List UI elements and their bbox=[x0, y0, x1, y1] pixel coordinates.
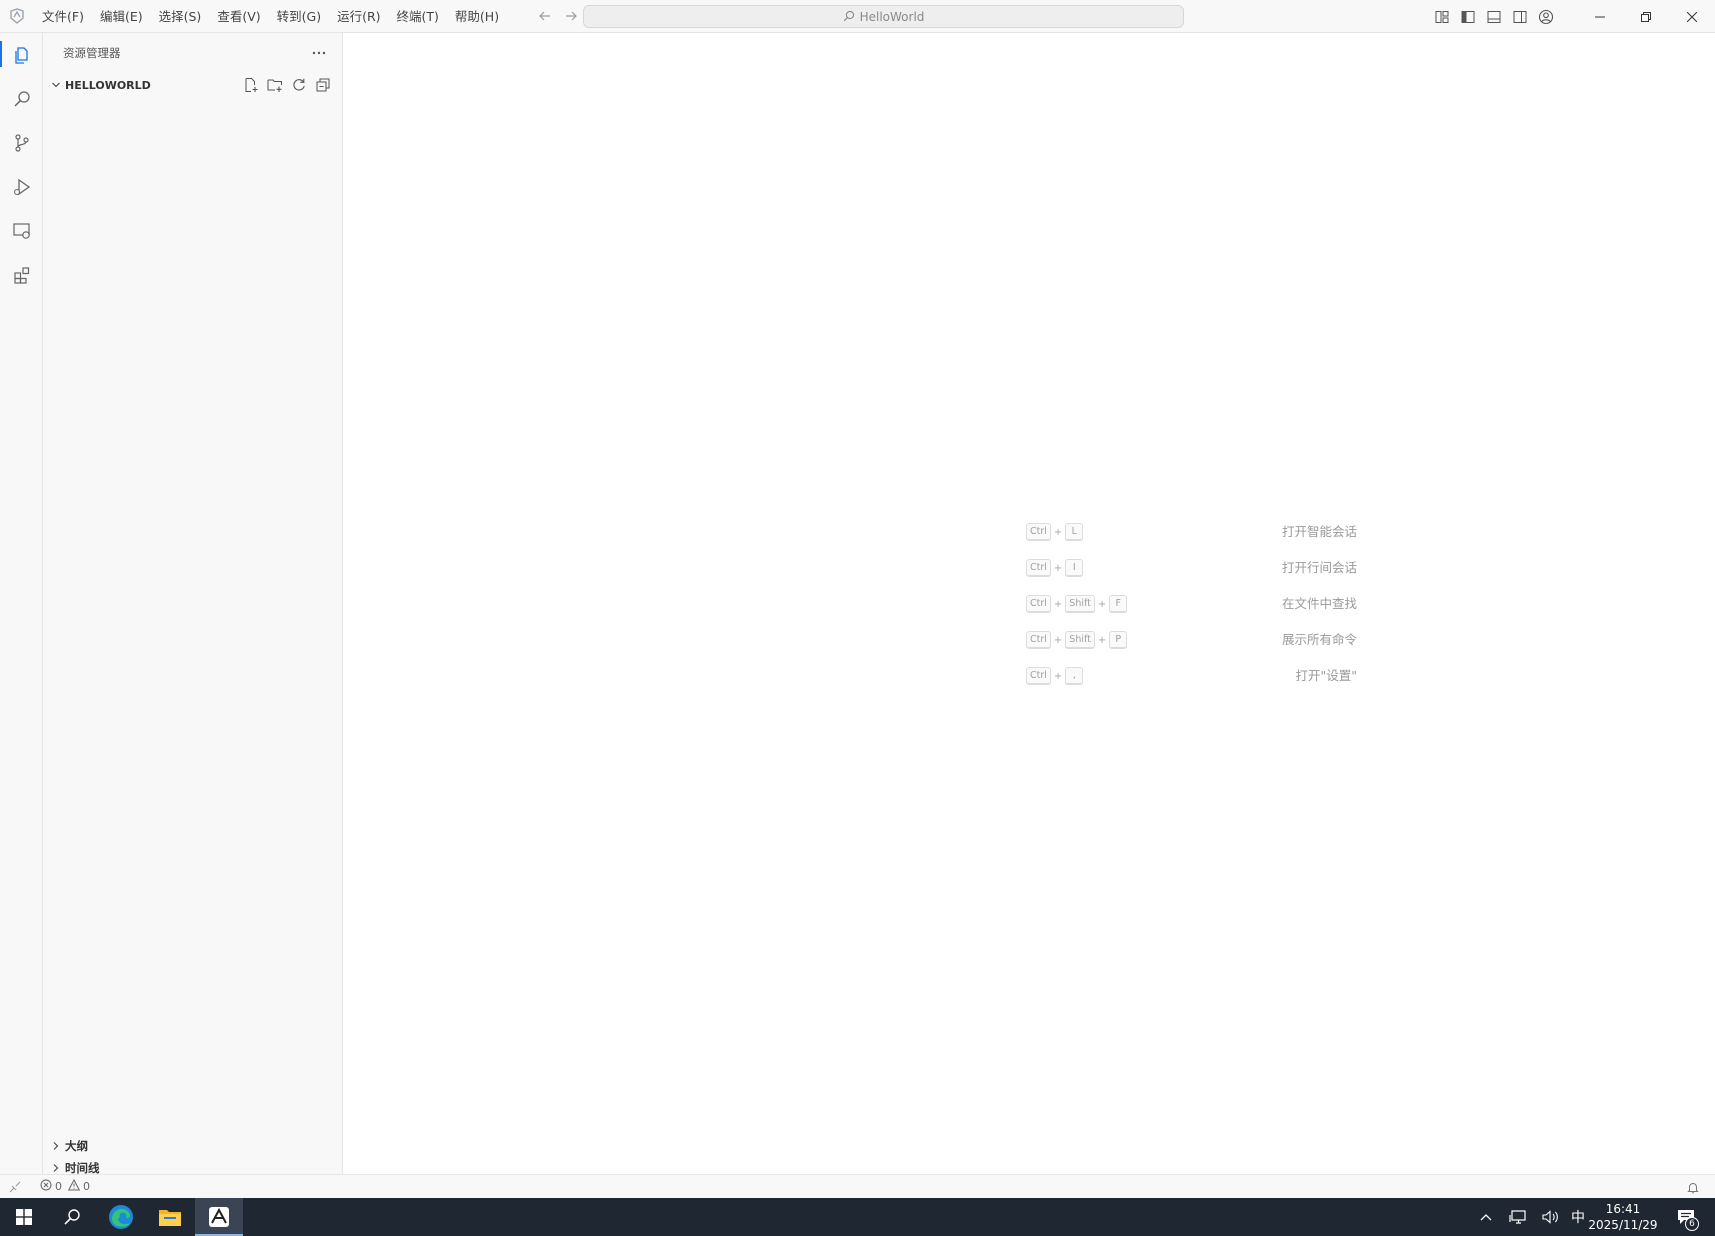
title-bar: 文件(F) 编辑(E) 选择(S) 查看(V) 转到(G) 运行(R) 终端(T… bbox=[0, 0, 1715, 33]
navigation-arrows bbox=[537, 8, 579, 24]
key-cap: P bbox=[1109, 631, 1128, 649]
plus-separator: + bbox=[1097, 598, 1107, 610]
clock-date: 2025/11/29 bbox=[1588, 1218, 1658, 1232]
account-icon[interactable] bbox=[1533, 0, 1559, 33]
restore-button[interactable] bbox=[1623, 0, 1669, 33]
shortcut-inline-chat: 打开行间会话 Ctrl + I bbox=[343, 557, 1715, 579]
key-cap: L bbox=[1065, 523, 1084, 541]
plus-separator: + bbox=[1053, 670, 1063, 682]
shortcut-open-settings: 打开"设置" Ctrl + , bbox=[343, 665, 1715, 687]
app-logo-icon bbox=[0, 0, 34, 33]
command-center[interactable]: HelloWorld bbox=[583, 5, 1184, 28]
sidebar-header: 资源管理器 bbox=[43, 33, 343, 73]
close-button[interactable] bbox=[1669, 0, 1715, 33]
menu-file[interactable]: 文件(F) bbox=[34, 0, 92, 33]
volume-icon[interactable] bbox=[1535, 1198, 1565, 1236]
explorer-sidebar: 资源管理器 HELLOWORLD 大纲 时间线 bbox=[43, 33, 343, 1175]
menu-edit[interactable]: 编辑(E) bbox=[92, 0, 151, 33]
file-explorer-icon[interactable] bbox=[146, 1198, 194, 1236]
clock-time: 16:41 bbox=[1605, 1202, 1641, 1216]
toggle-panel-icon[interactable] bbox=[1481, 0, 1507, 33]
chevron-down-icon bbox=[49, 80, 63, 90]
notifications-bell-icon[interactable] bbox=[1685, 1178, 1701, 1196]
extensions-icon[interactable] bbox=[0, 253, 43, 297]
plus-separator: + bbox=[1053, 526, 1063, 538]
remote-explorer-icon[interactable] bbox=[0, 209, 43, 253]
collapse-all-icon[interactable] bbox=[313, 75, 333, 95]
ide-app-icon[interactable] bbox=[195, 1198, 243, 1236]
activity-bar bbox=[0, 33, 43, 1174]
search-icon bbox=[843, 7, 855, 26]
shortcut-find-in-files: 在文件中查找 Ctrl + Shift + F bbox=[343, 593, 1715, 615]
menu-go[interactable]: 转到(G) bbox=[269, 0, 329, 33]
workspace-folder-header[interactable]: HELLOWORLD bbox=[43, 74, 343, 96]
plus-separator: + bbox=[1053, 562, 1063, 574]
plus-separator: + bbox=[1053, 634, 1063, 646]
menu-selection[interactable]: 选择(S) bbox=[151, 0, 210, 33]
key-cap: Ctrl bbox=[1026, 595, 1051, 613]
key-cap: F bbox=[1109, 595, 1128, 613]
more-actions-icon[interactable] bbox=[309, 43, 329, 63]
start-menu-icon[interactable] bbox=[0, 1198, 48, 1236]
back-arrow-icon[interactable] bbox=[537, 8, 553, 24]
plus-separator: + bbox=[1097, 634, 1107, 646]
shortcut-open-chat: 打开智能会话 Ctrl + L bbox=[343, 521, 1715, 543]
run-debug-icon[interactable] bbox=[0, 165, 43, 209]
forward-arrow-icon[interactable] bbox=[563, 8, 579, 24]
taskbar-search-icon[interactable] bbox=[48, 1198, 96, 1236]
key-cap: I bbox=[1065, 559, 1084, 577]
outline-pane-header[interactable]: 大纲 bbox=[43, 1135, 343, 1157]
shortcut-label: 打开"设置" bbox=[1295, 668, 1358, 683]
network-icon[interactable] bbox=[1503, 1198, 1533, 1236]
warning-icon bbox=[67, 1178, 81, 1194]
workspace-folder-name: HELLOWORLD bbox=[65, 78, 151, 92]
source-control-icon[interactable] bbox=[0, 121, 43, 165]
chevron-right-icon bbox=[49, 1163, 63, 1173]
key-cap: Ctrl bbox=[1026, 667, 1051, 685]
command-center-label: HelloWorld bbox=[859, 9, 925, 24]
menu-run[interactable]: 运行(R) bbox=[329, 0, 388, 33]
shortcut-label: 打开行间会话 bbox=[1281, 560, 1357, 575]
editor-area[interactable]: 打开智能会话 Ctrl + L 打开行间会话 Ctrl + I 在文件中查找 C… bbox=[343, 33, 1715, 1174]
os-taskbar: 中 16:41 2025/11/29 6 bbox=[0, 1198, 1715, 1236]
new-folder-icon[interactable] bbox=[265, 75, 285, 95]
outline-label: 大纲 bbox=[65, 1139, 88, 1153]
shortcut-show-all-commands: 展示所有命令 Ctrl + Shift + P bbox=[343, 629, 1715, 651]
toggle-secondary-sidebar-icon[interactable] bbox=[1507, 0, 1533, 33]
menu-view[interactable]: 查看(V) bbox=[209, 0, 268, 33]
remote-indicator-icon[interactable] bbox=[0, 1175, 30, 1199]
error-icon bbox=[40, 1179, 52, 1194]
notification-count-badge: 6 bbox=[1685, 1217, 1699, 1231]
plus-separator: + bbox=[1053, 598, 1063, 610]
key-cap: Ctrl bbox=[1026, 523, 1051, 541]
sidebar-title: 资源管理器 bbox=[63, 46, 121, 60]
chevron-right-icon bbox=[49, 1141, 63, 1151]
menu-help[interactable]: 帮助(H) bbox=[447, 0, 507, 33]
key-cap: Shift bbox=[1065, 631, 1095, 649]
key-cap: Ctrl bbox=[1026, 559, 1051, 577]
menu-bar: 文件(F) 编辑(E) 选择(S) 查看(V) 转到(G) 运行(R) 终端(T… bbox=[34, 0, 507, 33]
toggle-primary-sidebar-icon[interactable] bbox=[1455, 0, 1481, 33]
key-cap: Ctrl bbox=[1026, 631, 1051, 649]
warning-count: 0 bbox=[83, 1180, 90, 1193]
minimize-button[interactable] bbox=[1577, 0, 1623, 33]
customize-layout-icon[interactable] bbox=[1429, 0, 1455, 33]
key-cap: , bbox=[1065, 667, 1084, 685]
menu-terminal[interactable]: 终端(T) bbox=[389, 0, 447, 33]
search-icon[interactable] bbox=[0, 77, 43, 121]
problems-indicator[interactable]: 0 0 bbox=[40, 1178, 90, 1194]
action-center-icon[interactable]: 6 bbox=[1671, 1198, 1701, 1236]
new-file-icon[interactable] bbox=[241, 75, 261, 95]
explorer-icon[interactable] bbox=[0, 33, 43, 77]
refresh-icon[interactable] bbox=[289, 75, 309, 95]
status-bar: 0 0 bbox=[0, 1174, 1715, 1198]
show-hidden-icons-chevron-up-icon[interactable] bbox=[1473, 1198, 1499, 1236]
shortcut-label: 打开智能会话 bbox=[1281, 524, 1357, 539]
error-count: 0 bbox=[55, 1180, 62, 1193]
key-cap: Shift bbox=[1065, 595, 1095, 613]
taskbar-clock[interactable]: 16:41 2025/11/29 bbox=[1583, 1201, 1663, 1233]
title-actions bbox=[1429, 0, 1715, 33]
edge-browser-icon[interactable] bbox=[97, 1198, 145, 1236]
